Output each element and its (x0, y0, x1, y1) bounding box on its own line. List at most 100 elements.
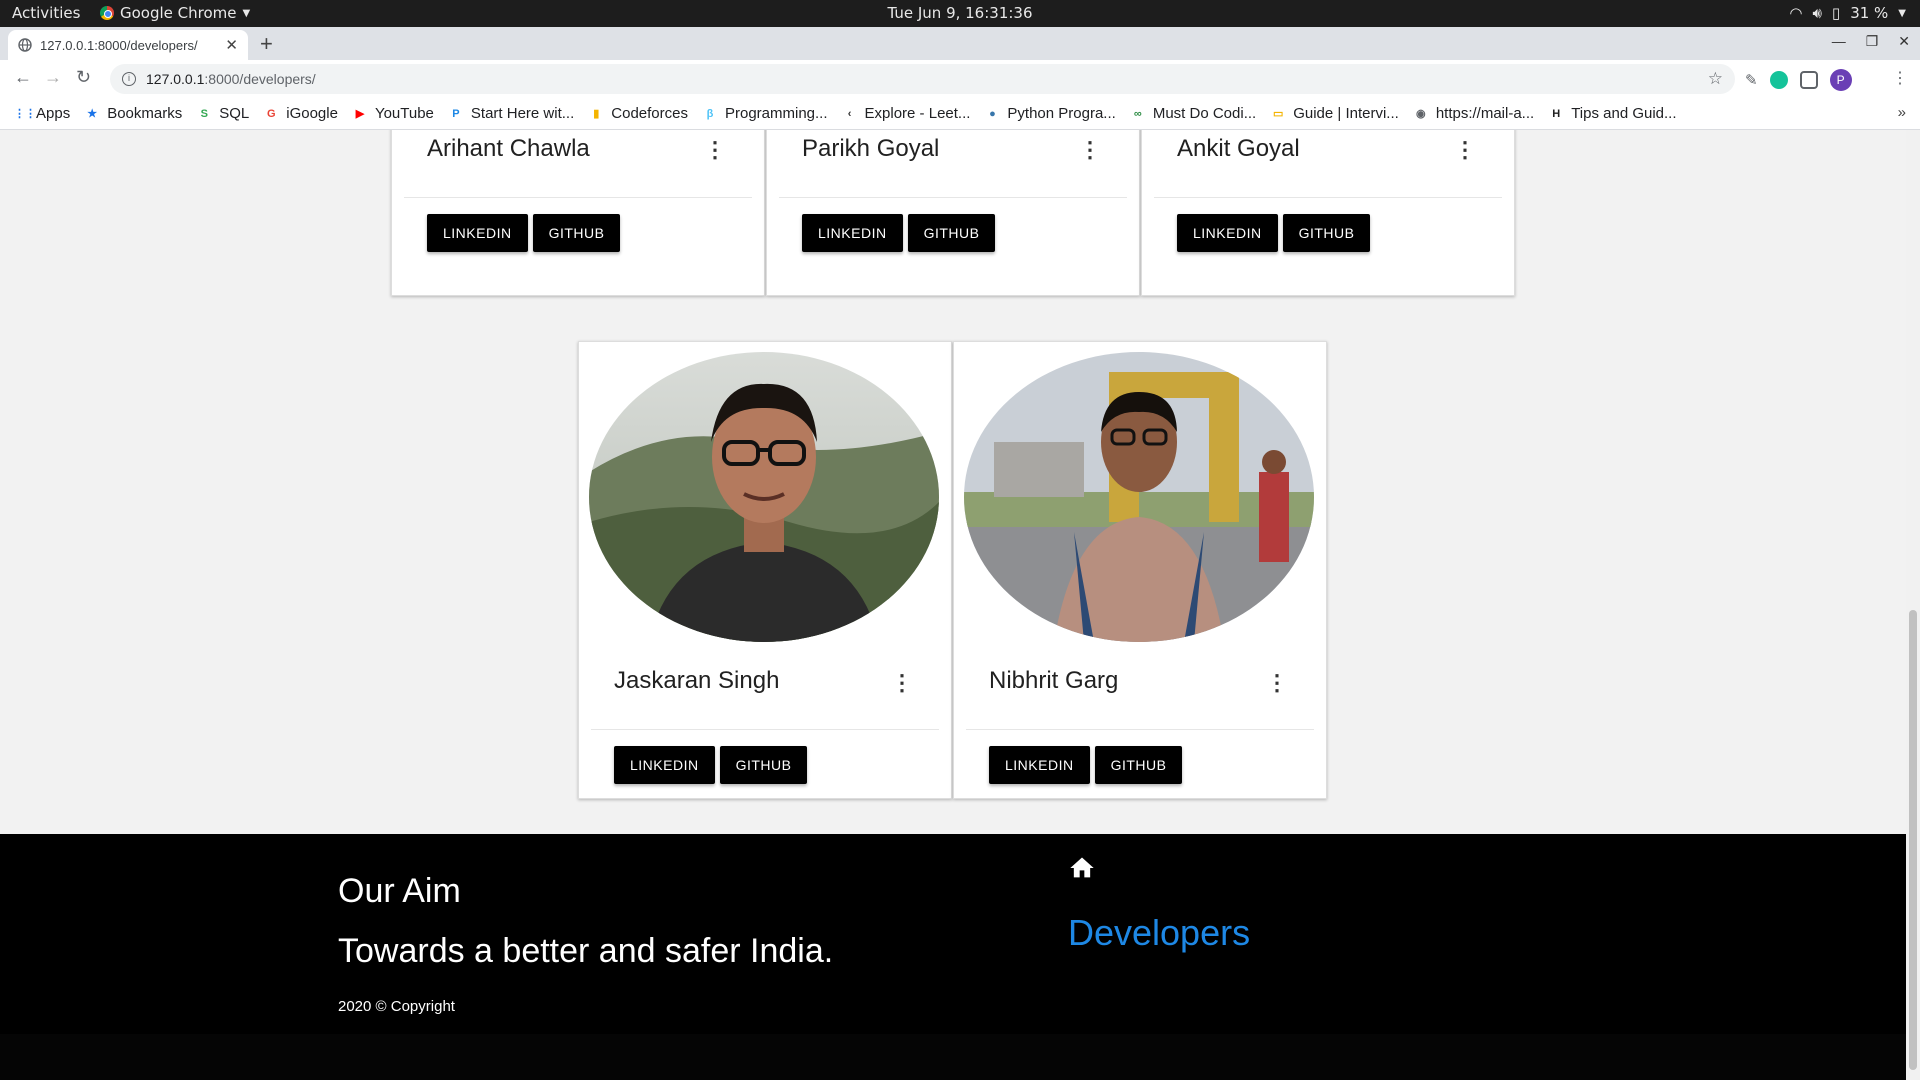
battery-level: 31 % (1850, 4, 1889, 22)
hackerearth-icon: H (1552, 107, 1561, 120)
address-bar[interactable]: i 127.0.0.1:8000/developers/ ☆ (110, 64, 1735, 94)
developer-photo (589, 352, 939, 642)
bookmark-label: iGoogle (286, 105, 338, 122)
bookmark-label: Start Here wit... (470, 105, 575, 122)
url-path: :8000/developers/ (204, 71, 316, 87)
gfg-icon: ∞ (1133, 107, 1142, 120)
github-button[interactable]: GITHUB (719, 746, 808, 784)
bookmark-label: SQL (219, 105, 250, 122)
developer-name: Parikh Goyal (802, 135, 940, 162)
grammarly-extension-icon[interactable] (1769, 71, 1788, 89)
bookmark-item[interactable]: ▶ YouTube (353, 105, 434, 122)
bookmark-item[interactable]: ∞ Must Do Codi... (1131, 105, 1256, 122)
beta-icon: β (706, 107, 714, 120)
bookmark-label: Codeforces (611, 105, 688, 122)
bookmark-item[interactable]: P Start Here wit... (449, 105, 574, 122)
back-arrow-icon[interactable]: ← (14, 67, 32, 88)
developer-card: Jaskaran Singh ⋮ LINKEDIN GITHUB (578, 341, 952, 799)
reload-icon[interactable]: ↻ (76, 67, 91, 88)
chrome-menu-icon[interactable]: ⋮ (1892, 68, 1908, 88)
developer-name: Arihant Chawla (427, 135, 590, 162)
wifi-icon: ◠ (1789, 4, 1803, 22)
star-icon: ★ (87, 107, 98, 120)
caret-down-icon: ▼ (242, 7, 251, 19)
clock[interactable]: Tue Jun 9, 16:31:36 (887, 4, 1032, 22)
globe-icon: ◉ (1416, 107, 1426, 120)
bookmark-label: Guide | Intervi... (1293, 105, 1399, 122)
bookmark-label: Apps (36, 105, 71, 122)
card-divider (966, 729, 1314, 730)
linkedin-button[interactable]: LINKEDIN (1177, 214, 1278, 252)
restore-icon[interactable]: ❐ (1866, 33, 1879, 50)
tab-strip: 127.0.0.1:8000/developers/ ✕ + — ❐ ✕ (0, 27, 1920, 60)
developer-card: Parikh Goyal ⋮ LINKEDIN GITHUB (766, 130, 1140, 296)
github-button[interactable]: GITHUB (532, 214, 621, 252)
card-divider (591, 729, 939, 730)
more-vert-icon[interactable]: ⋮ (891, 672, 913, 694)
bookmark-label: YouTube (374, 105, 434, 122)
bookmark-label: Bookmarks (107, 105, 183, 122)
bookmark-item[interactable]: H Tips and Guid... (1549, 105, 1676, 122)
linkedin-button[interactable]: LINKEDIN (989, 746, 1090, 784)
site-info-icon[interactable]: i (122, 72, 136, 86)
system-status-menu[interactable]: ◠ 🔊︎ ▯ 31 % ▼ (1789, 4, 1906, 22)
footer-copyright: 2020 © Copyright (338, 998, 455, 1015)
apps-grid-icon: ⋮⋮ (14, 107, 36, 120)
developers-link[interactable]: Developers (1068, 912, 1250, 954)
profile-avatar[interactable]: P (1829, 69, 1852, 91)
footer-aim-title: Our Aim (338, 872, 461, 910)
caret-down-icon: ▼ (1898, 7, 1906, 19)
bookmark-item[interactable]: ★ Bookmarks (85, 105, 182, 122)
bookmark-item[interactable]: ▮ Codeforces (589, 105, 688, 122)
more-vert-icon[interactable]: ⋮ (704, 139, 726, 161)
browser-tab[interactable]: 127.0.0.1:8000/developers/ ✕ (8, 30, 248, 60)
home-icon[interactable] (1068, 854, 1096, 882)
activities-button[interactable]: Activities (12, 4, 80, 22)
leetcode-icon: ‹ (847, 107, 852, 120)
bookmark-item[interactable]: ◉ https://mail-a... (1414, 105, 1534, 122)
bookmark-item[interactable]: ‹ Explore - Leet... (843, 105, 971, 122)
eyedropper-extension-icon[interactable]: ✎ (1745, 71, 1758, 89)
bookmark-label: Python Progra... (1007, 105, 1116, 122)
more-vert-icon[interactable]: ⋮ (1454, 139, 1476, 161)
close-window-icon[interactable]: ✕ (1898, 33, 1910, 50)
bookmark-item[interactable]: GiGoogle (264, 105, 338, 122)
more-vert-icon[interactable]: ⋮ (1266, 672, 1288, 694)
developer-card: Arihant Chawla ⋮ LINKEDIN GITHUB (391, 130, 765, 296)
app-menu[interactable]: Google Chrome ▼ (100, 4, 250, 22)
app-menu-label: Google Chrome (120, 4, 237, 22)
linkedin-button[interactable]: LINKEDIN (427, 214, 528, 252)
forward-arrow-icon[interactable]: → (44, 67, 62, 88)
linkedin-button[interactable]: LINKEDIN (614, 746, 715, 784)
bookmark-item[interactable]: ▭ Guide | Intervi... (1271, 105, 1399, 122)
bookmark-item[interactable]: ● Python Progra... (985, 105, 1116, 122)
codeforces-icon: ▮ (593, 107, 600, 120)
github-button[interactable]: GITHUB (1282, 214, 1371, 252)
scrollbar-thumb[interactable] (1909, 610, 1917, 1070)
github-button[interactable]: GITHUB (907, 214, 996, 252)
bookmark-item[interactable]: β Programming... (703, 105, 828, 122)
github-button[interactable]: GITHUB (1094, 746, 1183, 784)
url-host: 127.0.0.1 (146, 71, 205, 87)
bookmark-item[interactable]: S SQL (197, 105, 250, 122)
p-icon: P (452, 107, 460, 120)
developer-name: Ankit Goyal (1177, 135, 1300, 162)
developer-name: Nibhrit Garg (989, 667, 1119, 694)
bookmark-label: https://mail-a... (1435, 105, 1535, 122)
developer-card: Nibhrit Garg ⋮ LINKEDIN GITHUB (953, 341, 1327, 799)
more-vert-icon[interactable]: ⋮ (1079, 139, 1101, 161)
developer-name: Jaskaran Singh (614, 667, 780, 694)
bookmark-item[interactable]: ⋮⋮ Apps (14, 105, 70, 122)
bookmark-label: Tips and Guid... (1571, 105, 1677, 122)
close-tab-icon[interactable]: ✕ (225, 36, 238, 54)
page-scrollbar[interactable] (1906, 130, 1920, 1080)
linkedin-button[interactable]: LINKEDIN (802, 214, 903, 252)
minimize-icon[interactable]: — (1832, 33, 1846, 50)
new-tab-button[interactable]: + (260, 31, 273, 57)
bookmarks-overflow-icon[interactable]: » (1898, 104, 1906, 121)
bookmark-label: Must Do Codi... (1152, 105, 1257, 122)
bookmark-star-icon[interactable]: ☆ (1708, 69, 1723, 89)
doc-icon: ▭ (1273, 107, 1284, 120)
python-icon: ● (989, 107, 996, 120)
cast-extension-icon[interactable] (1799, 71, 1818, 89)
